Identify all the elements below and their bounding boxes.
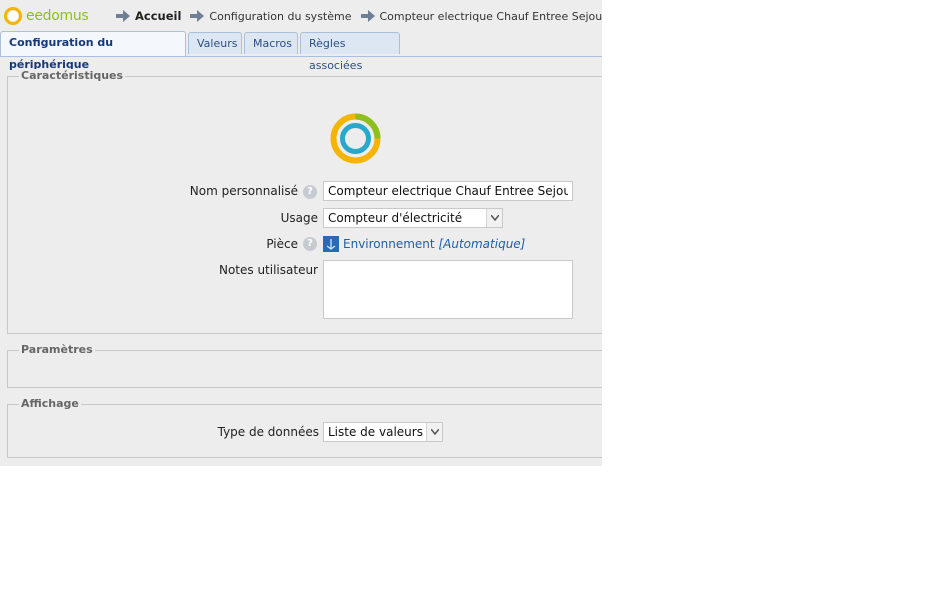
label-notes-utilisateur: Notes utilisateur [218, 263, 318, 277]
help-icon[interactable]: ? [303, 185, 317, 199]
chevron-down-icon[interactable] [426, 423, 442, 441]
tab-values[interactable]: Valeurs [188, 32, 242, 54]
chevron-down-icon[interactable] [486, 209, 502, 227]
arrow-right-icon [116, 10, 130, 22]
help-icon[interactable]: ? [303, 237, 317, 251]
breadcrumb-device[interactable]: Compteur electrique Chauf Entree Sejour … [380, 10, 603, 23]
type-donnees-value: Liste de valeurs [328, 425, 423, 439]
arrow-right-icon [360, 10, 375, 22]
breadcrumb-home[interactable]: Accueil [135, 9, 181, 23]
logo-ring-icon [4, 7, 22, 25]
legend-parametres: Paramètres [19, 343, 95, 356]
logo-text: eedomus [26, 8, 89, 24]
room-auto-label: [Automatique] [438, 237, 526, 251]
breadcrumb-system-config[interactable]: Configuration du système [209, 10, 351, 23]
usage-select[interactable]: Compteur d'électricité [323, 208, 503, 228]
legend-affichage: Affichage [19, 397, 81, 410]
usage-select-value: Compteur d'électricité [328, 211, 463, 225]
legend-caracteristiques: Caractéristiques [19, 69, 126, 82]
breadcrumb: Accueil Configuration du système Compteu… [116, 9, 602, 23]
nom-personnalise-input[interactable] [323, 181, 573, 201]
label-nom-personnalise: Nom personnalisé [189, 184, 298, 198]
tab-rules[interactable]: Règles associées [300, 32, 400, 72]
app-window: eedomus Accueil Configuration du système… [0, 0, 602, 466]
tab-bar: Configuration du périphérique Valeurs Ma… [0, 31, 602, 72]
eedomus-logo[interactable]: eedomus [4, 6, 89, 26]
type-donnees-select[interactable]: Liste de valeurs [323, 422, 443, 442]
room-environment-icon [323, 236, 339, 252]
room-link[interactable]: Environnement [Automatique] [343, 237, 525, 251]
label-type-de-donnees: Type de données [217, 425, 319, 439]
label-piece: Pièce [266, 237, 298, 251]
tab-device-config[interactable]: Configuration du périphérique [0, 31, 186, 71]
label-usage: Usage [280, 211, 318, 225]
tab-macros[interactable]: Macros [244, 32, 298, 54]
device-type-logo [330, 113, 381, 164]
fieldset-parametres: Paramètres [7, 343, 602, 388]
notes-textarea[interactable] [323, 260, 573, 319]
arrow-right-icon [190, 10, 205, 22]
room-name: Environnement [343, 237, 435, 251]
header: eedomus Accueil Configuration du système… [0, 0, 602, 32]
